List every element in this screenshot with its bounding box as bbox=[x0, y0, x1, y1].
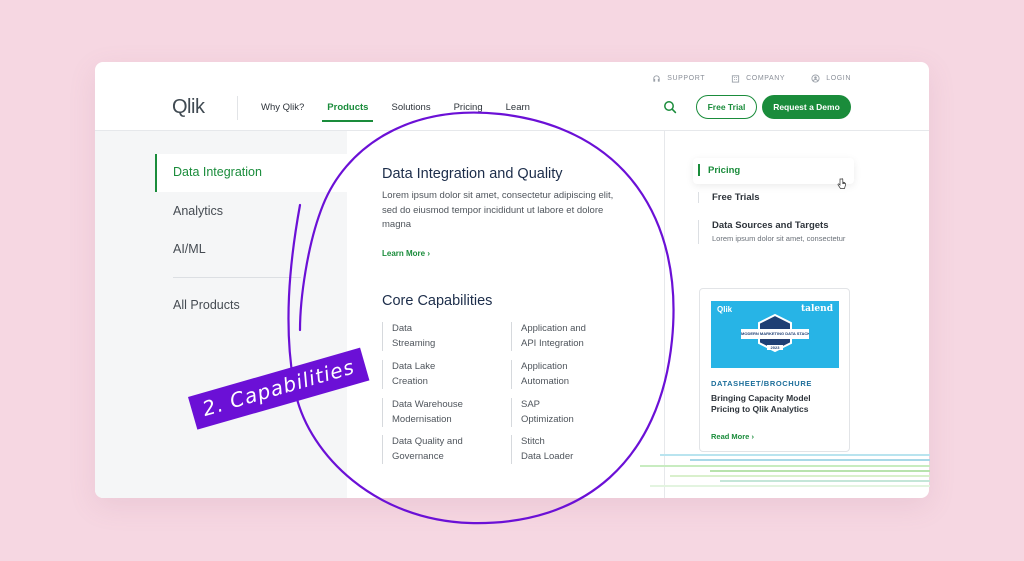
annotation-circle bbox=[287, 111, 675, 525]
